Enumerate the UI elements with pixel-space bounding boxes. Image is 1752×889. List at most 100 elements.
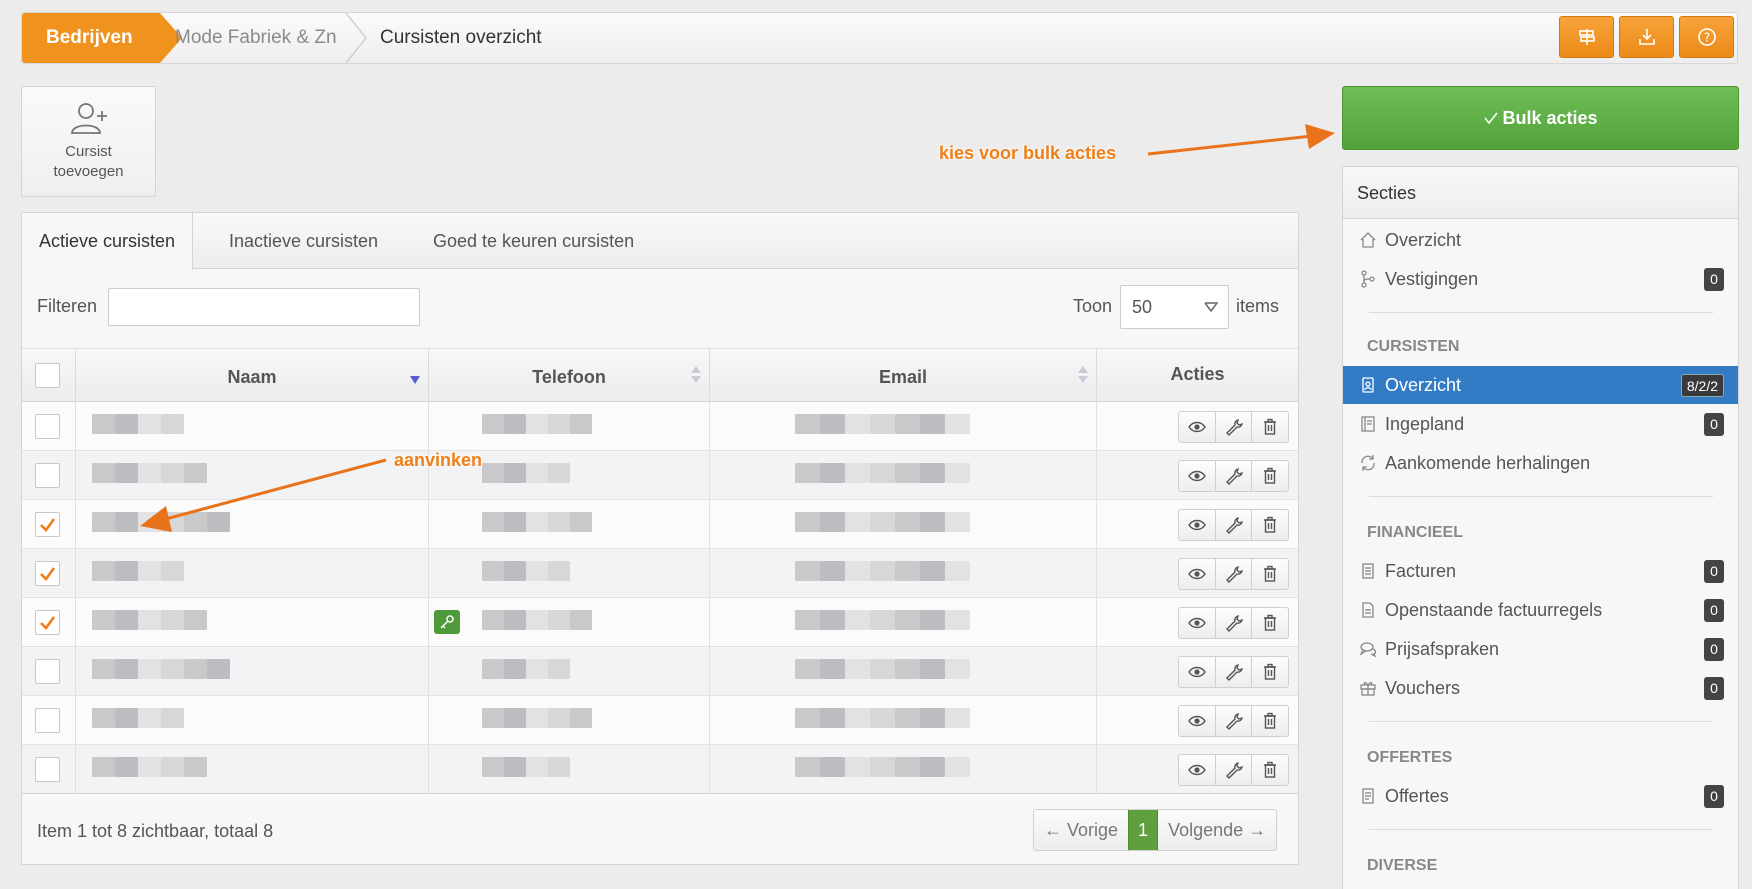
filter-input[interactable] bbox=[108, 288, 420, 326]
eye-icon bbox=[1187, 421, 1206, 433]
redacted-text bbox=[820, 561, 845, 581]
bulk-hint-annotation: kies voor bulk acties bbox=[939, 143, 1117, 163]
view-button[interactable] bbox=[1179, 657, 1216, 687]
tab-actieve-cursisten[interactable]: Actieve cursisten bbox=[22, 213, 194, 270]
chevron-down-icon bbox=[1204, 302, 1218, 313]
tab-goed-te-keuren[interactable]: Goed te keuren cursisten bbox=[416, 213, 651, 269]
view-button[interactable] bbox=[1179, 559, 1216, 589]
eye-icon bbox=[1187, 519, 1206, 531]
delete-button[interactable] bbox=[1252, 559, 1288, 589]
row-checkbox[interactable] bbox=[35, 757, 60, 782]
help-button[interactable]: ? bbox=[1679, 16, 1734, 58]
redacted-text bbox=[184, 757, 207, 777]
items-label: items bbox=[1236, 296, 1280, 316]
redacted-text bbox=[870, 708, 895, 728]
redacted-text bbox=[161, 463, 184, 483]
edit-button[interactable] bbox=[1216, 706, 1253, 736]
header-naam[interactable]: Naam bbox=[76, 349, 429, 402]
add-cursist-button[interactable]: Cursist toevoegen bbox=[21, 86, 156, 197]
view-button[interactable] bbox=[1179, 510, 1216, 540]
redacted-text bbox=[207, 512, 230, 532]
view-button[interactable] bbox=[1179, 706, 1216, 736]
redacted-text bbox=[895, 561, 920, 581]
view-button[interactable] bbox=[1179, 755, 1216, 785]
cursisten-panel: Actieve cursisten Inactieve cursisten Go… bbox=[21, 212, 1299, 865]
section-aankomende-herhalingen[interactable]: Aankomende herhalingen bbox=[1343, 444, 1738, 482]
gift-icon bbox=[1360, 682, 1376, 696]
download-button[interactable] bbox=[1619, 16, 1674, 58]
row-actions bbox=[1178, 607, 1289, 639]
row-checkbox[interactable] bbox=[35, 708, 60, 733]
row-actions bbox=[1178, 656, 1289, 688]
redacted-text bbox=[895, 512, 920, 532]
redacted-text bbox=[482, 708, 504, 728]
section-offertes[interactable]: Offertes 0 bbox=[1343, 777, 1738, 815]
header-email[interactable]: Email bbox=[710, 349, 1097, 402]
download-icon bbox=[1638, 29, 1655, 45]
add-cursist-label-2: toevoegen bbox=[53, 163, 124, 180]
count-badge: 0 bbox=[1704, 785, 1724, 808]
delete-button[interactable] bbox=[1252, 608, 1288, 638]
row-checkbox[interactable] bbox=[35, 610, 60, 635]
next-page-button[interactable]: Volgende → bbox=[1158, 810, 1276, 850]
delete-button[interactable] bbox=[1252, 510, 1288, 540]
section-vestigingen[interactable]: Vestigingen 0 bbox=[1343, 260, 1738, 298]
redacted-text bbox=[920, 512, 945, 532]
section-facturen[interactable]: Facturen 0 bbox=[1343, 552, 1738, 590]
view-button[interactable] bbox=[1179, 412, 1216, 442]
row-checkbox[interactable] bbox=[35, 463, 60, 488]
redacted-text bbox=[795, 463, 820, 483]
redacted-text bbox=[795, 414, 820, 434]
redacted-text bbox=[945, 512, 970, 532]
breadcrumb-company[interactable]: Mode Fabriek & Zn bbox=[175, 13, 337, 63]
breadcrumb-bedrijven[interactable]: Bedrijven bbox=[22, 13, 182, 63]
bulk-actions-label: Bulk acties bbox=[1502, 108, 1598, 128]
redacted-text bbox=[795, 561, 820, 581]
add-user-icon bbox=[70, 103, 107, 134]
redacted-text bbox=[482, 757, 504, 777]
edit-button[interactable] bbox=[1216, 608, 1253, 638]
check-hint-annotation: aanvinken bbox=[394, 450, 483, 470]
row-checkbox[interactable] bbox=[35, 659, 60, 684]
tab-inactieve-cursisten[interactable]: Inactieve cursisten bbox=[212, 213, 395, 269]
section-cursisten-overzicht[interactable]: Overzicht 8/2/2 bbox=[1343, 366, 1738, 404]
redacted-text bbox=[920, 463, 945, 483]
delete-button[interactable] bbox=[1252, 706, 1288, 736]
edit-button[interactable] bbox=[1216, 559, 1253, 589]
row-checkbox[interactable] bbox=[35, 414, 60, 439]
redacted-text bbox=[820, 610, 845, 630]
count-badge: 0 bbox=[1704, 599, 1724, 622]
redacted-text bbox=[920, 414, 945, 434]
section-prijsafspraken[interactable]: Prijsafspraken 0 bbox=[1343, 630, 1738, 668]
delete-button[interactable] bbox=[1252, 412, 1288, 442]
header-telefoon[interactable]: Telefoon bbox=[429, 349, 710, 402]
edit-button[interactable] bbox=[1216, 510, 1253, 540]
signpost-button[interactable] bbox=[1559, 16, 1614, 58]
prev-page-button[interactable]: ← Vorige bbox=[1034, 810, 1128, 850]
page-size-select[interactable]: 50 bbox=[1120, 285, 1229, 329]
select-all-checkbox[interactable] bbox=[35, 363, 60, 388]
pagination: ← Vorige 1 Volgende → bbox=[1033, 809, 1278, 851]
section-vouchers[interactable]: Vouchers 0 bbox=[1343, 669, 1738, 707]
login-key-button[interactable] bbox=[434, 610, 460, 634]
section-overzicht[interactable]: Overzicht bbox=[1343, 221, 1738, 259]
redacted-text bbox=[115, 561, 138, 581]
redacted-text bbox=[845, 512, 870, 532]
delete-button[interactable] bbox=[1252, 755, 1288, 785]
delete-button[interactable] bbox=[1252, 657, 1288, 687]
section-ingepland[interactable]: Ingepland 0 bbox=[1343, 405, 1738, 443]
row-checkbox[interactable] bbox=[35, 512, 60, 537]
edit-button[interactable] bbox=[1216, 657, 1253, 687]
edit-button[interactable] bbox=[1216, 412, 1253, 442]
section-openstaande-factuurregels[interactable]: Openstaande factuurregels 0 bbox=[1343, 591, 1738, 629]
view-button[interactable] bbox=[1179, 608, 1216, 638]
edit-button[interactable] bbox=[1216, 755, 1253, 785]
category-cursisten: CURSISTEN bbox=[1367, 338, 1460, 355]
view-button[interactable] bbox=[1179, 461, 1216, 491]
edit-button[interactable] bbox=[1216, 461, 1253, 491]
delete-button[interactable] bbox=[1252, 461, 1288, 491]
row-checkbox[interactable] bbox=[35, 561, 60, 586]
redacted-text bbox=[482, 610, 504, 630]
current-page-button[interactable]: 1 bbox=[1128, 810, 1159, 850]
bulk-actions-button[interactable]: Bulk acties bbox=[1342, 86, 1739, 150]
